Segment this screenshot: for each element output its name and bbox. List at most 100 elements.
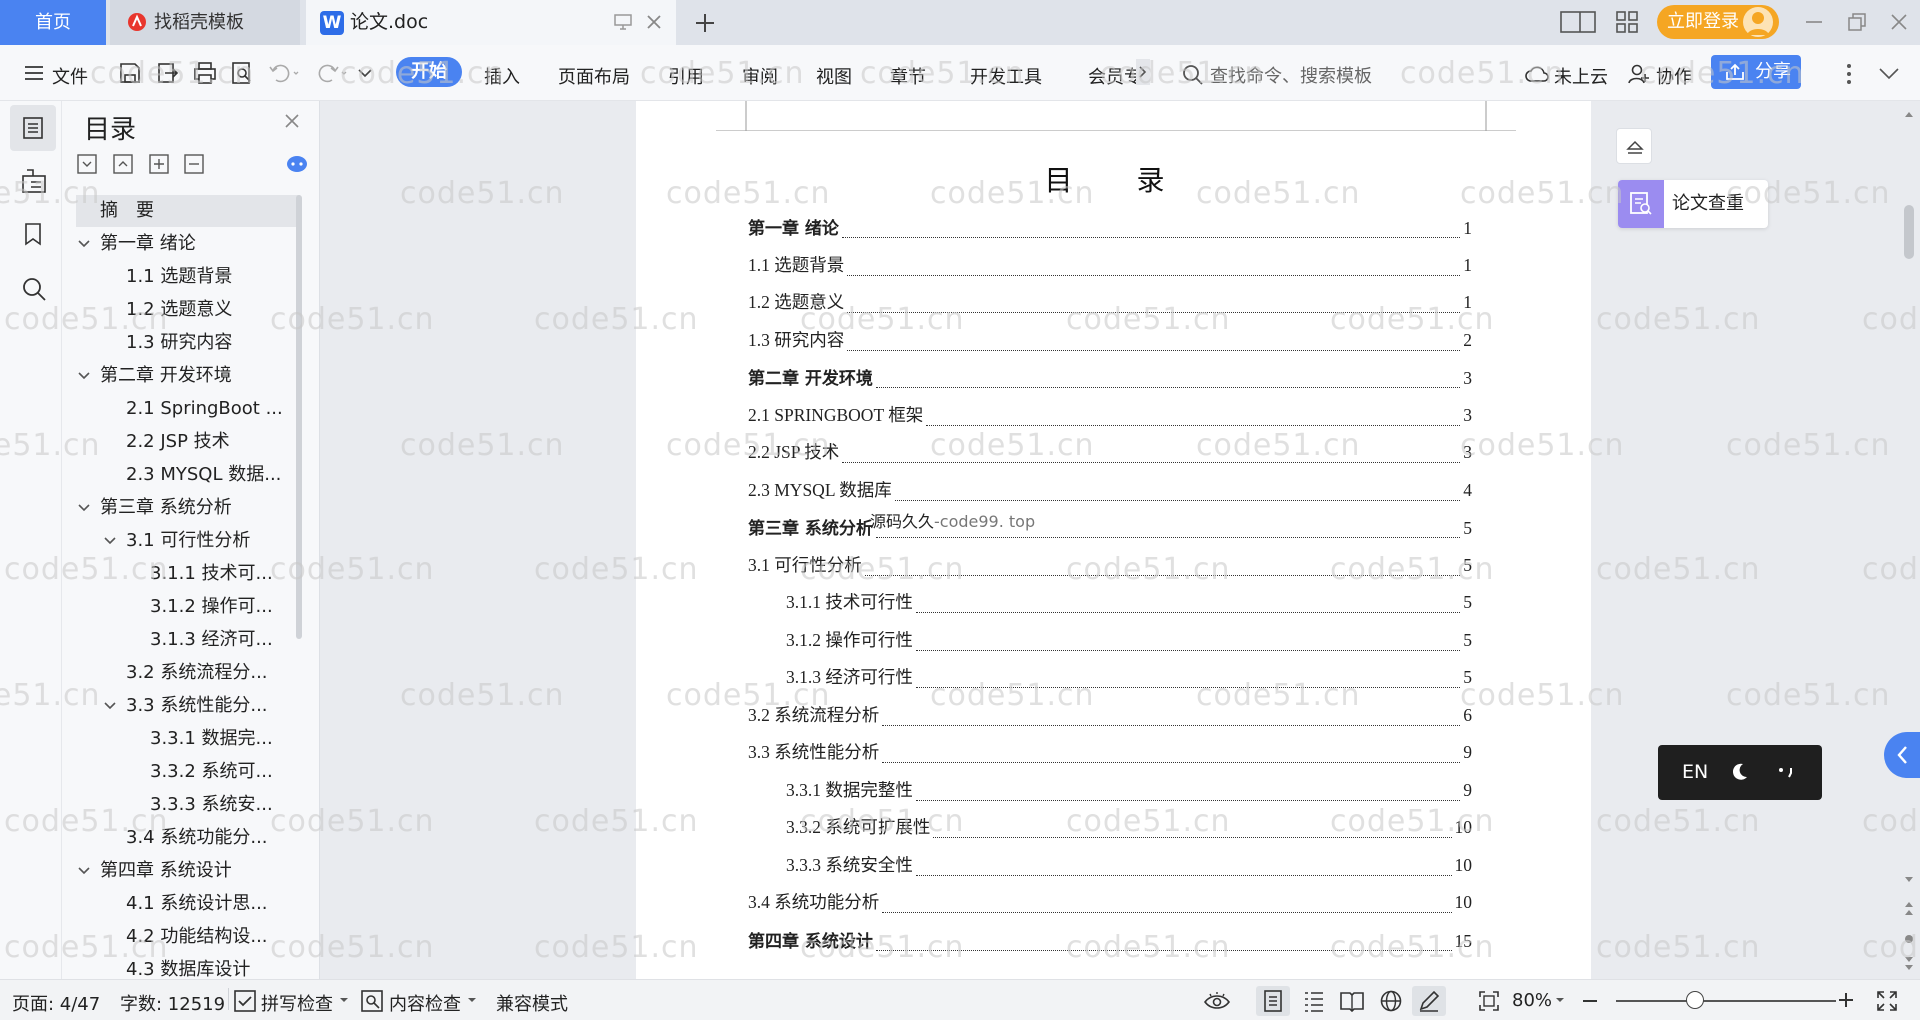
collaborate-button[interactable]: 协作 — [1656, 63, 1692, 89]
toc-panel-item[interactable]: 2.1 SpringBoot ... — [76, 393, 300, 425]
menu-developer[interactable]: 开发工具 — [970, 63, 1042, 89]
next-page-icon[interactable] — [1903, 953, 1915, 975]
toc-panel-item[interactable]: 4.3 数据库设计 — [76, 954, 300, 979]
command-search[interactable]: 查找命令、搜索模板 — [1182, 62, 1372, 88]
chevron-down-icon[interactable] — [78, 239, 90, 249]
zoom-dropdown-icon[interactable] — [1555, 996, 1565, 1004]
side-collapse-button[interactable] — [1616, 128, 1652, 164]
toc-panel-item[interactable]: 3.3.2 系统可... — [76, 756, 300, 788]
toc-panel-item[interactable]: 1.2 选题意义 — [76, 294, 300, 326]
zoom-slider-thumb[interactable] — [1686, 991, 1704, 1009]
export-icon[interactable] — [156, 61, 180, 85]
more-menus-icon[interactable] — [1136, 59, 1150, 85]
menu-view[interactable]: 视图 — [816, 63, 852, 89]
page-indicator[interactable]: 页面: 4/47 — [12, 990, 100, 1016]
toc-panel-item[interactable]: 3.1.1 技术可... — [76, 558, 300, 590]
share-button[interactable]: 分享 — [1711, 55, 1801, 89]
doc-toc-entry[interactable]: 1.2 选题意义 1 — [748, 289, 1472, 319]
smart-toc-icon[interactable] — [286, 154, 308, 174]
outline-view-icon[interactable] — [1303, 990, 1325, 1012]
punctuation-icon[interactable] — [1776, 765, 1796, 779]
doc-toc-entry[interactable]: 3.1.1 技术可行性 5 — [786, 589, 1472, 619]
toc-panel-item[interactable]: 摘 要 — [76, 195, 300, 227]
save-icon[interactable] — [118, 61, 142, 85]
content-dropdown-icon[interactable] — [467, 996, 477, 1004]
print-icon[interactable] — [193, 61, 217, 85]
eye-protection-icon[interactable] — [1204, 990, 1230, 1012]
close-tab-icon[interactable] — [644, 12, 664, 32]
doc-toc-entry[interactable]: 3.3.1 数据完整性 9 — [786, 777, 1472, 807]
page-view-button[interactable] — [1256, 986, 1290, 1016]
write-mode-button[interactable] — [1412, 986, 1446, 1016]
doc-toc-entry[interactable]: 3.4 系统功能分析 10 — [748, 889, 1472, 919]
prev-page-icon[interactable] — [1903, 899, 1915, 921]
scroll-up-icon[interactable] — [1903, 109, 1915, 119]
toc-panel-item[interactable]: 2.3 MYSQL 数据... — [76, 459, 300, 491]
toc-panel-item[interactable]: 3.1 可行性分析 — [76, 525, 300, 557]
menu-start[interactable]: 开始 — [396, 57, 462, 87]
fit-page-icon[interactable] — [1478, 990, 1500, 1012]
new-tab-icon[interactable] — [690, 8, 720, 38]
doc-toc-entry[interactable]: 3.3.2 系统可扩展性 10 — [786, 814, 1472, 844]
chevron-down-icon[interactable] — [78, 503, 90, 513]
doc-toc-entry[interactable]: 2.2 JSP 技术 3 — [748, 439, 1472, 469]
toc-panel-item[interactable]: 4.2 功能结构设... — [76, 921, 300, 953]
select-browse-object-icon[interactable] — [1903, 933, 1915, 945]
redo-icon[interactable] — [316, 63, 348, 83]
scroll-thumb[interactable] — [1904, 205, 1914, 259]
toc-panel-item[interactable]: 第三章 系统分析 — [76, 492, 300, 524]
doc-toc-entry[interactable]: 3.3 系统性能分析 9 — [748, 739, 1472, 769]
spell-dropdown-icon[interactable] — [339, 996, 349, 1004]
ime-toolbar[interactable]: EN — [1658, 745, 1822, 800]
remove-heading-icon[interactable] — [184, 154, 204, 174]
doc-toc-entry[interactable]: 第一章 绪论 1 — [748, 214, 1472, 244]
menu-review[interactable]: 审阅 — [742, 63, 778, 89]
reading-view-icon[interactable] — [1340, 990, 1364, 1012]
doc-toc-entry[interactable]: 1.3 研究内容 2 — [748, 327, 1472, 357]
chevron-down-icon[interactable] — [104, 701, 116, 711]
close-window-icon[interactable] — [1890, 13, 1908, 31]
find-icon[interactable] — [22, 277, 46, 301]
menu-chapter[interactable]: 章节 — [890, 63, 926, 89]
scroll-down-icon[interactable] — [1903, 875, 1915, 885]
fullscreen-icon[interactable] — [1876, 990, 1898, 1012]
doc-toc-entry[interactable]: 3.1.3 经济可行性 5 — [786, 664, 1472, 694]
doc-toc-entry[interactable]: 3.3.3 系统安全性 10 — [786, 852, 1472, 882]
doc-toc-entry[interactable]: 3.1.2 操作可行性 5 — [786, 627, 1472, 657]
menu-member[interactable]: 会员专 — [1088, 63, 1142, 89]
cloud-status[interactable]: 未上云 — [1554, 63, 1608, 89]
tab-template[interactable]: 找稻壳模板 — [110, 0, 300, 45]
word-count[interactable]: 字数: 12519 — [120, 990, 225, 1016]
tab-home[interactable]: 首页 — [0, 0, 106, 45]
minimize-icon[interactable] — [1805, 20, 1823, 24]
toc-panel-item[interactable]: 第二章 开发环境 — [76, 360, 300, 392]
toc-panel-item[interactable]: 3.2 系统流程分... — [76, 657, 300, 689]
toc-panel-item[interactable]: 3.1.2 操作可... — [76, 591, 300, 623]
paper-check-button[interactable]: 论文查重 — [1618, 180, 1768, 228]
doc-toc-entry[interactable]: 3.2 系统流程分析 6 — [748, 702, 1472, 732]
document-page[interactable]: 目 录 第一章 绪论 1 1.1 选题背景 1 1.2 选题意义 1 1.3 研究内容 2 第二… — [636, 101, 1591, 979]
expand-all-icon[interactable] — [77, 154, 97, 174]
moon-icon[interactable] — [1728, 761, 1750, 783]
doc-toc-entry[interactable]: 2.1 SPRINGBOOT 框架 3 — [748, 402, 1472, 432]
toc-panel-item[interactable]: 3.3.1 数据完... — [76, 723, 300, 755]
file-menu[interactable]: 文件 — [52, 63, 88, 89]
close-icon[interactable] — [284, 113, 300, 129]
menu-icon[interactable] — [24, 65, 44, 81]
vertical-scrollbar[interactable] — [1901, 105, 1917, 975]
rail-toc-button[interactable] — [10, 105, 56, 151]
chevron-down-icon[interactable] — [104, 536, 116, 546]
toc-panel-item[interactable]: 1.1 选题背景 — [76, 261, 300, 293]
menu-insert[interactable]: 插入 — [484, 63, 520, 89]
toc-panel-item[interactable]: 3.4 系统功能分... — [76, 822, 300, 854]
doc-toc-entry[interactable]: 第四章 系统设计 15 — [748, 927, 1472, 957]
print-preview-icon[interactable] — [230, 61, 254, 85]
doc-toc-entry[interactable]: 1.1 选题背景 1 — [748, 252, 1472, 282]
doc-toc-entry[interactable]: 3.1 可行性分析 5 — [748, 552, 1472, 582]
toc-scrollbar[interactable] — [296, 195, 302, 639]
toc-panel-item[interactable]: 第一章 绪论 — [76, 228, 300, 260]
doc-toc-entry[interactable]: 2.3 MYSQL 数据库 4 — [748, 477, 1472, 507]
restore-icon[interactable] — [1848, 13, 1866, 31]
toc-panel-item[interactable]: 4.1 系统设计思... — [76, 888, 300, 920]
toc-panel-item[interactable]: 3.3.3 系统安... — [76, 789, 300, 821]
